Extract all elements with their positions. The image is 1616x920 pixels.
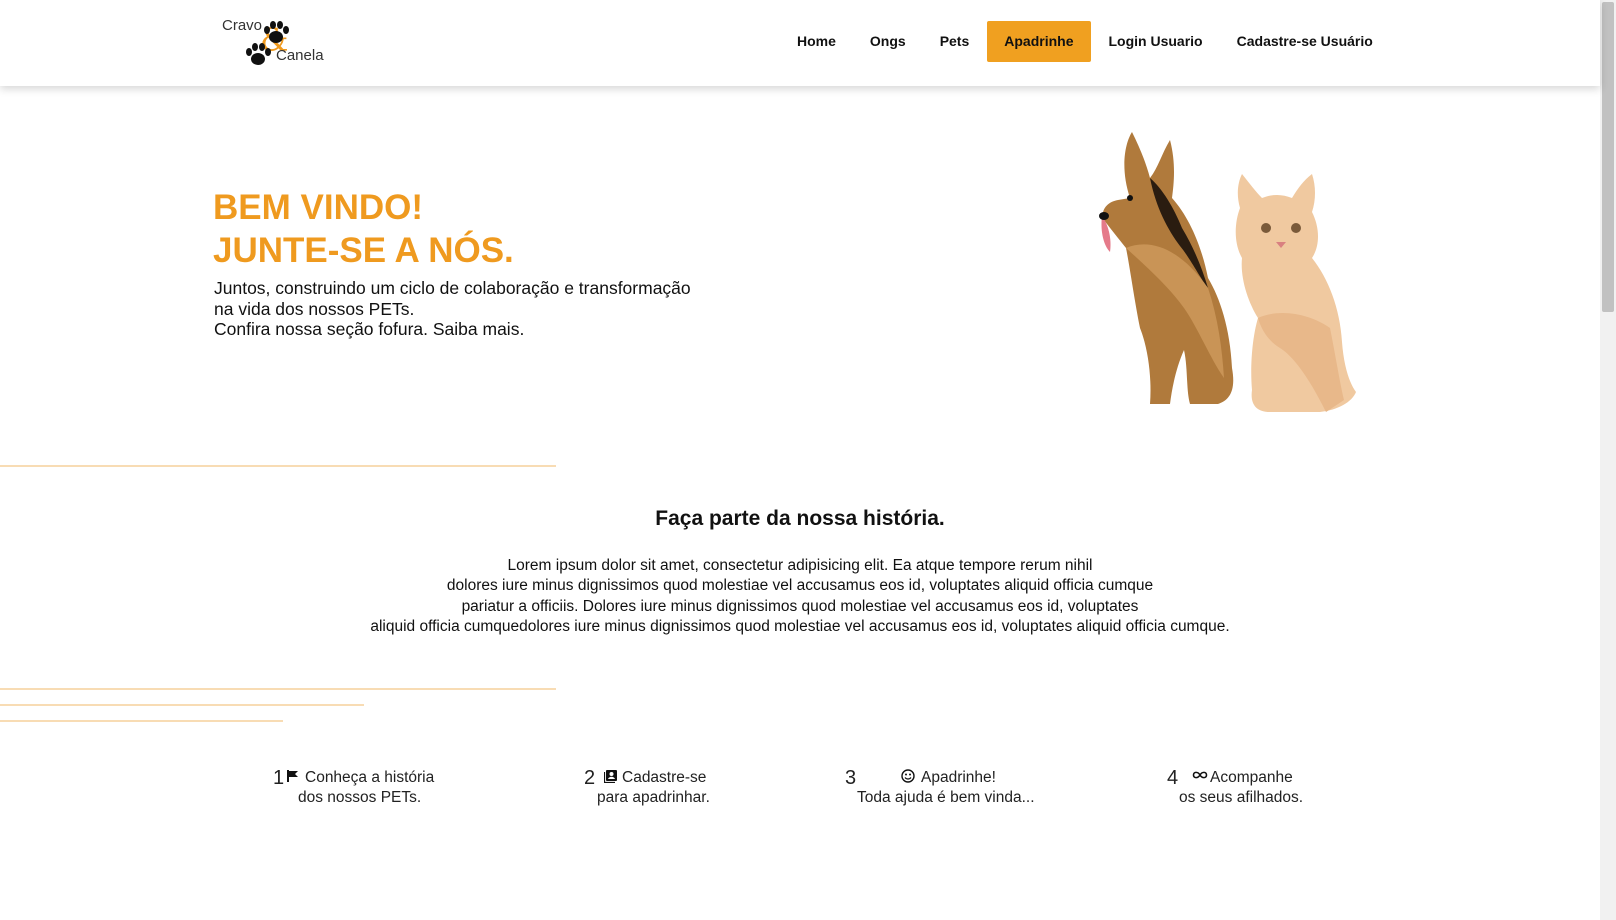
- site-header: Cravo & Canela Home Ongs Pets Apadrinhe …: [0, 0, 1600, 86]
- hero-text-line2: na vida dos nossos PETs.: [214, 298, 415, 319]
- step-number: 2: [584, 767, 596, 789]
- cat-illustration: [1235, 174, 1356, 412]
- divider-line: [0, 720, 283, 722]
- nav-home-link[interactable]: Home: [780, 21, 853, 62]
- divider-line: [0, 688, 556, 690]
- hero-text-line3: Confira nossa seção fofura. Saiba mais.: [214, 319, 525, 339]
- main-nav: Home Ongs Pets Apadrinhe Login Usuario C…: [780, 21, 1390, 62]
- nav-pets-link[interactable]: Pets: [923, 21, 987, 62]
- page-scrollbar[interactable]: [1600, 0, 1616, 920]
- history-text-line2: dolores iure minus dignissimos quod mole…: [446, 577, 1154, 595]
- nav-login-link[interactable]: Login Usuario: [1092, 21, 1220, 62]
- flag-icon: [287, 770, 298, 782]
- step-number: 3: [845, 767, 857, 789]
- step-line2: Toda ajuda é bem vinda...: [857, 789, 1035, 806]
- hero-title-line1: BEM VINDO!: [213, 188, 423, 227]
- step-line1: Acompanhe: [1210, 769, 1293, 786]
- history-text: Lorem ipsum dolor sit amet, consectetur …: [0, 556, 1600, 637]
- dog-illustration: [1099, 132, 1234, 404]
- step-line1: Cadastre-se: [622, 769, 707, 786]
- step-number: 4: [1167, 767, 1179, 789]
- step-line2: dos nossos PETs.: [298, 789, 422, 806]
- smiley-icon: [901, 769, 915, 783]
- contact-card-icon: [604, 770, 617, 783]
- hero-text-line1: Juntos, construindo um ciclo de colabora…: [214, 278, 691, 298]
- brand-line2: Canela: [276, 47, 324, 64]
- history-text-line3: pariatur a officiis. Dolores iure minus …: [461, 597, 1139, 615]
- step-number: 1: [273, 767, 285, 789]
- history-text-line1: Lorem ipsum dolor sit amet, consectetur …: [507, 557, 1093, 574]
- nav-apadrinhe-button[interactable]: Apadrinhe: [987, 21, 1091, 62]
- history-title: Faça parte da nossa história.: [655, 507, 945, 530]
- brand-logo[interactable]: Cravo & Canela: [220, 14, 332, 70]
- divider-line: [0, 465, 556, 467]
- history-text-line4: aliquid officia cumquedolores iure minus…: [370, 617, 1230, 635]
- hero-text: Juntos, construindo um ciclo de colabora…: [214, 278, 734, 340]
- nav-ongs-link[interactable]: Ongs: [853, 21, 923, 62]
- hero-title: BEM VINDO! JUNTE-SE A NÓS.: [213, 186, 514, 272]
- brand-line1: Cravo: [222, 17, 263, 34]
- scrollbar-thumb[interactable]: [1602, 2, 1614, 312]
- dog-and-cat-image: [1099, 132, 1356, 412]
- hero-title-line2: JUNTE-SE A NÓS.: [213, 231, 514, 270]
- divider-line: [0, 704, 364, 706]
- step-line2: os seus afilhados.: [1179, 789, 1304, 806]
- nav-signup-link[interactable]: Cadastre-se Usuário: [1220, 21, 1390, 62]
- step-line1: Conheça a história: [305, 769, 435, 786]
- infinity-icon: [1192, 771, 1208, 779]
- step-line2: para apadrinhar.: [597, 789, 710, 806]
- paw-icon: [246, 43, 271, 65]
- step-line1: Apadrinhe!: [921, 769, 996, 786]
